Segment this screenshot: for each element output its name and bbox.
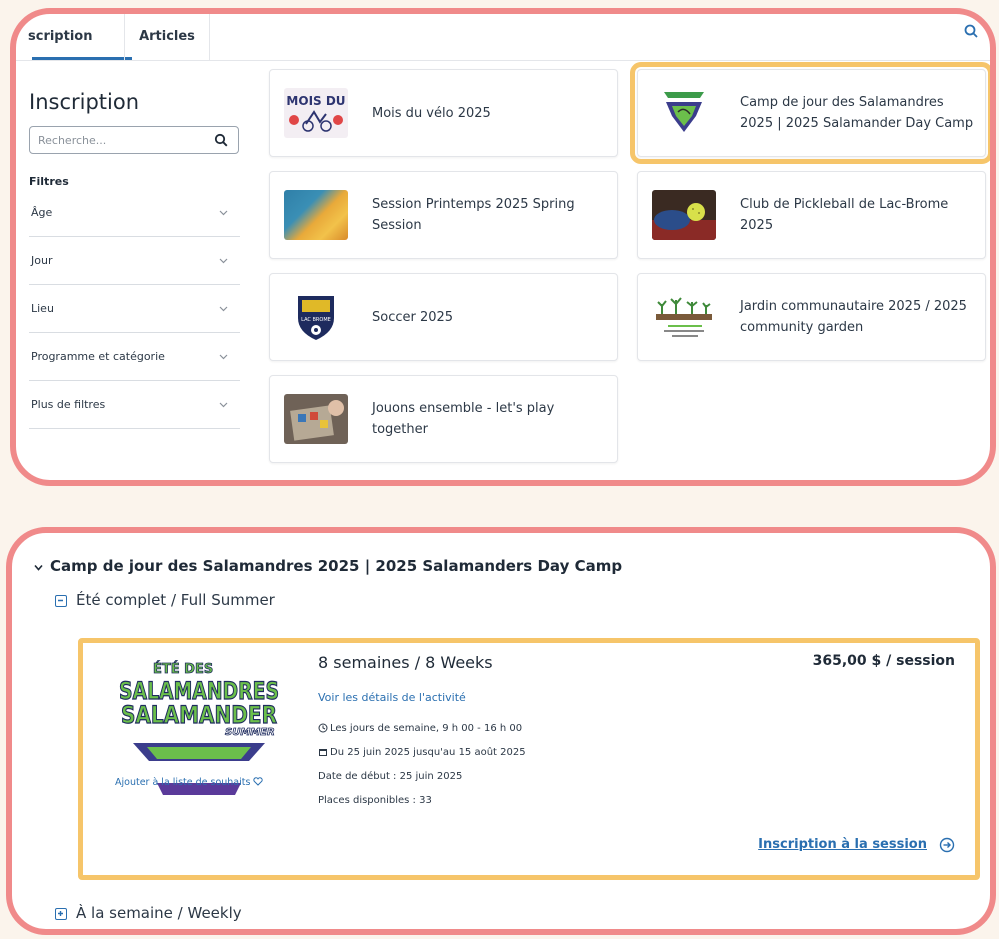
chevron-down-icon <box>219 402 228 408</box>
filter-label: Programme et catégorie <box>31 350 165 363</box>
collapse-icon[interactable] <box>55 595 67 607</box>
calendar-icon <box>319 749 327 756</box>
search-icon[interactable] <box>214 133 228 147</box>
spring-flowers-photo <box>284 190 348 240</box>
session-register-link[interactable]: Inscription à la session <box>758 837 927 852</box>
wishlist-link[interactable]: Ajouter à la liste de souhaits <box>115 777 264 788</box>
session-card: ÉTÉ DES SALAMANDRES SALAMANDER SUMMER Aj… <box>78 638 980 880</box>
filters-heading: Filtres <box>29 175 69 188</box>
chevron-down-icon <box>219 354 228 360</box>
search-input[interactable] <box>30 127 208 153</box>
heart-icon <box>253 777 264 786</box>
activity-card-board-games[interactable]: Jouons ensemble - let's play together <box>269 375 618 463</box>
session-start-date: Date de début : 25 juin 2025 <box>318 771 463 782</box>
filter-label: Plus de filtres <box>31 398 106 411</box>
session-dates: Du 25 juin 2025 jusqu'au 15 août 2025 <box>318 747 526 758</box>
program-title[interactable]: Camp de jour des Salamandres 2025 | 2025… <box>50 557 622 575</box>
expand-icon[interactable] <box>55 908 67 920</box>
card-title: Jouons ensemble - let's play together <box>372 401 555 437</box>
session-price: 365,00 $ / session <box>812 653 955 669</box>
card-title: Club de Pickleball de Lac-Brome 2025 <box>740 197 949 233</box>
bike-month-logo: MOIS DU <box>284 88 348 138</box>
activity-card-salamander-camp[interactable]: Camp de jour des Salamandres 2025 | 2025… <box>630 62 990 164</box>
garden-logo <box>652 292 716 342</box>
search-icon[interactable] <box>964 24 978 38</box>
filter-lieu[interactable]: Lieu <box>29 284 240 333</box>
program-detail-panel: Camp de jour des Salamandres 2025 | 2025… <box>6 527 996 935</box>
activity-card-soccer[interactable]: LAC BROME Soccer 2025 <box>269 273 618 361</box>
filter-label: Jour <box>31 254 53 267</box>
chevron-down-icon <box>219 258 228 264</box>
group-weekly[interactable]: À la semaine / Weekly <box>76 904 242 922</box>
chevron-down-icon <box>219 210 228 216</box>
card-title: Jardin communautaire 2025 / 2025 communi… <box>740 299 967 335</box>
chevron-down-icon[interactable] <box>34 563 43 572</box>
session-title: 8 semaines / 8 Weeks <box>318 653 493 672</box>
filter-programme[interactable]: Programme et catégorie <box>29 332 240 381</box>
chevron-down-icon <box>219 306 228 312</box>
bike-logo-text: MOIS DU <box>286 94 345 108</box>
page-title: Inscription <box>29 90 140 114</box>
logo-line2: SALAMANDER <box>121 701 277 729</box>
card-title: Session Printemps 2025 Spring Session <box>372 197 575 233</box>
board-game-photo <box>284 394 348 444</box>
card-title: Camp de jour des Salamandres 2025 | 2025… <box>740 95 974 131</box>
pickleball-photo <box>652 190 716 240</box>
filter-more[interactable]: Plus de filtres <box>29 380 240 429</box>
group-full-summer[interactable]: Été complet / Full Summer <box>76 591 275 609</box>
soccer-logo-text: LAC BROME <box>301 317 331 323</box>
session-places: Places disponibles : 33 <box>318 795 432 806</box>
logo-tag: SUMMER <box>225 727 275 738</box>
card-title: Soccer 2025 <box>372 309 454 325</box>
card-title: Mois du vélo 2025 <box>372 105 491 121</box>
clock-icon <box>318 723 328 733</box>
search-field[interactable] <box>29 126 239 154</box>
tab-bar: scription Articles <box>16 14 990 61</box>
activity-card-bike-month[interactable]: MOIS DU Mois du vélo 2025 <box>269 69 618 157</box>
logo-top-text: ÉTÉ DES <box>153 661 213 677</box>
tab-inscription[interactable]: scription <box>28 14 132 60</box>
soccer-crest-logo: LAC BROME <box>284 292 348 342</box>
filter-label: Lieu <box>31 302 54 315</box>
filter-jour[interactable]: Jour <box>29 236 240 285</box>
filter-label: Âge <box>31 206 53 219</box>
session-schedule: Les jours de semaine, 9 h 00 - 16 h 00 <box>318 723 522 734</box>
wishlist-label: Ajouter à la liste de souhaits <box>115 777 251 788</box>
activity-list-panel: scription Articles Inscription Filtres Â… <box>10 8 996 486</box>
activity-details-link[interactable]: Voir les détails de l'activité <box>318 691 466 704</box>
tab-articles[interactable]: Articles <box>124 14 210 60</box>
salamander-camp-logo <box>652 88 716 138</box>
arrow-circle-right-icon[interactable] <box>939 837 955 853</box>
activity-card-pickleball[interactable]: Club de Pickleball de Lac-Brome 2025 <box>637 171 986 259</box>
activity-card-spring-session[interactable]: Session Printemps 2025 Spring Session <box>269 171 618 259</box>
activity-card-garden[interactable]: Jardin communautaire 2025 / 2025 communi… <box>637 273 986 361</box>
filter-age[interactable]: Âge <box>29 188 240 237</box>
